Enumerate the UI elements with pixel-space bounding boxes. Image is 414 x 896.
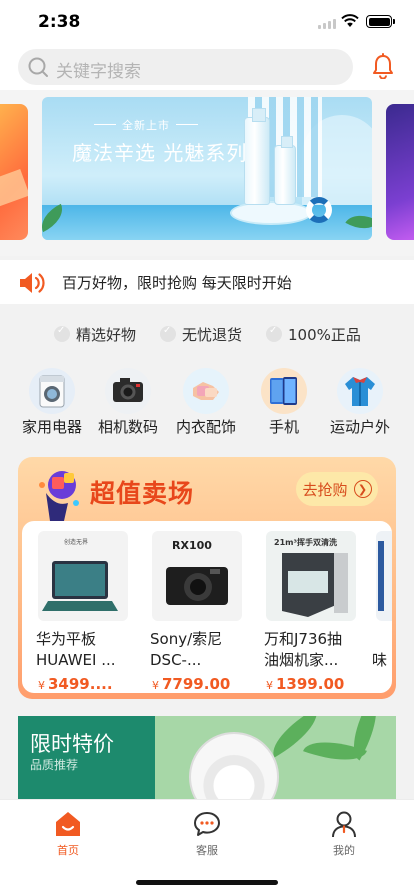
product-image: 21m³挥手双清洗 xyxy=(266,531,356,621)
product-name: 万和J736抽 油烟机家... xyxy=(264,630,343,669)
price-value: 3499.... xyxy=(48,675,113,693)
currency-symbol: ¥ xyxy=(266,679,273,692)
product-card[interactable]: 创造无界 华为平板 HUAWEI ... ¥3499.... xyxy=(28,531,138,693)
product-card[interactable]: 味 xyxy=(370,531,392,691)
product-partial-image xyxy=(378,541,384,611)
tab-customer-service[interactable]: 客服 xyxy=(167,806,247,857)
product-price: ¥7799.00 xyxy=(152,675,230,693)
feature-item: 无忧退货 xyxy=(160,324,242,344)
chat-icon xyxy=(194,812,220,836)
tab-home[interactable]: 首页 xyxy=(28,806,108,857)
bell-icon[interactable] xyxy=(371,53,395,79)
camera-image xyxy=(166,567,228,605)
product-price: ¥1399.00 xyxy=(266,675,344,693)
product-card[interactable]: RX100 Sony/索尼 DSC-... ¥7799.00 xyxy=(142,531,252,693)
category-label: 内衣配饰 xyxy=(175,418,236,436)
category-label: 运动户外 xyxy=(329,418,390,436)
category-phone[interactable]: 手机 xyxy=(246,362,322,440)
check-icon xyxy=(54,325,70,342)
product-name: 味 xyxy=(372,651,388,669)
check-icon xyxy=(160,325,176,342)
mascot-icon xyxy=(39,471,79,521)
feature-label: 无忧退货 xyxy=(182,325,243,344)
search-input[interactable]: 关键字搜索 xyxy=(18,49,353,85)
currency-symbol: ¥ xyxy=(152,679,159,692)
wifi-icon xyxy=(341,14,359,27)
category-label: 手机 xyxy=(268,418,299,436)
air-purifier-image xyxy=(189,732,279,806)
category-label: 相机数码 xyxy=(97,418,158,436)
product-bottle-image xyxy=(274,136,296,205)
banner-carousel[interactable]: 全新上市 魔法辛选 光魅系列 xyxy=(0,90,414,256)
currency-symbol: ¥ xyxy=(38,679,45,692)
banner-slide[interactable]: 全新上市 魔法辛选 光魅系列 xyxy=(42,97,372,240)
camera-icon xyxy=(105,368,151,414)
banner-pedestal xyxy=(230,201,312,225)
banner-pill: 全新上市 xyxy=(94,119,198,132)
price-value: 7799.00 xyxy=(162,675,231,693)
product-name: Sony/索尼 DSC-... xyxy=(150,630,223,669)
home-icon xyxy=(56,812,80,836)
grab-deal-button[interactable]: 去抢购 ❯ xyxy=(296,472,378,506)
phone-icon xyxy=(261,368,307,414)
signal-icon xyxy=(318,19,336,29)
app-screen: 2:38 关键字搜索 全新上市 魔法辛选 光魅系列 百万好物，限时抢购 每天限时… xyxy=(0,0,414,896)
banner-title: 魔法辛选 光魅系列 xyxy=(72,141,248,165)
banner-next-slide[interactable] xyxy=(386,104,414,240)
product-name: 华为平板 HUAWEI ... xyxy=(36,630,116,669)
status-bar: 2:38 xyxy=(0,0,414,44)
check-icon xyxy=(266,325,282,342)
feature-item: 100%正品 xyxy=(266,324,361,344)
deal-title: 超值卖场 xyxy=(90,479,195,508)
flash-sale-label-panel: 限时特价 品质推荐 xyxy=(18,716,155,806)
user-icon xyxy=(332,811,356,838)
banner-prev-slide[interactable] xyxy=(0,104,28,240)
deal-product-list[interactable]: 创造无界 华为平板 HUAWEI ... ¥3499.... RX100 Son… xyxy=(22,521,392,693)
deal-section: 超值卖场 去抢购 ❯ 创造无界 华为平板 HUAWEI ... ¥3499...… xyxy=(18,457,396,699)
price-value: 1399.00 xyxy=(276,675,345,693)
jacket-icon xyxy=(337,368,383,414)
flash-sale-banner[interactable]: 限时特价 品质推荐 xyxy=(18,716,396,806)
chevron-right-icon: ❯ xyxy=(353,480,372,498)
flash-sale-title: 限时特价 xyxy=(30,732,114,756)
range-hood-image xyxy=(282,553,348,617)
product-card[interactable]: 21m³挥手双清洗 万和J736抽 油烟机家... ¥1399.00 xyxy=(256,531,366,693)
grab-deal-label: 去抢购 xyxy=(302,480,348,499)
speaker-icon xyxy=(20,273,45,293)
underwear-icon xyxy=(183,368,229,414)
search-header: 关键字搜索 xyxy=(0,44,414,90)
feature-label: 100%正品 xyxy=(288,325,361,344)
category-underwear[interactable]: 内衣配饰 xyxy=(168,362,244,440)
tab-profile[interactable]: 我的 xyxy=(304,806,384,857)
tab-label: 首页 xyxy=(57,844,79,857)
notice-bar[interactable]: 百万好物，限时抢购 每天限时开始 xyxy=(0,260,414,304)
category-camera[interactable]: 相机数码 xyxy=(90,362,166,440)
feature-item: 精选好物 xyxy=(54,324,136,344)
feature-label: 精选好物 xyxy=(76,325,137,344)
notice-text: 百万好物，限时抢购 每天限时开始 xyxy=(62,274,292,292)
washing-machine-icon xyxy=(29,368,75,414)
product-price: ¥3499.... xyxy=(38,675,113,693)
search-icon xyxy=(28,57,48,77)
product-image: 创造无界 xyxy=(38,531,128,621)
search-placeholder: 关键字搜索 xyxy=(56,62,141,82)
tab-label: 我的 xyxy=(333,844,355,857)
product-bottle-image xyxy=(244,108,270,205)
feature-row: 精选好物 无忧退货 100%正品 xyxy=(0,316,414,350)
tab-label: 客服 xyxy=(196,844,218,857)
flash-sale-image xyxy=(155,716,396,806)
battery-icon xyxy=(366,15,395,28)
float-ring-image xyxy=(306,197,332,223)
category-label: 家用电器 xyxy=(21,418,82,436)
category-row: 家用电器 相机数码 内衣配饰 手机 运动户外 xyxy=(0,362,414,442)
category-appliances[interactable]: 家用电器 xyxy=(14,362,90,440)
product-image: RX100 xyxy=(152,531,242,621)
product-image xyxy=(376,531,392,621)
home-indicator xyxy=(136,880,278,885)
category-outdoor[interactable]: 运动户外 xyxy=(322,362,398,440)
tablet-image xyxy=(42,561,118,611)
status-time: 2:38 xyxy=(38,12,81,32)
flash-sale-subtitle: 品质推荐 xyxy=(30,758,79,772)
